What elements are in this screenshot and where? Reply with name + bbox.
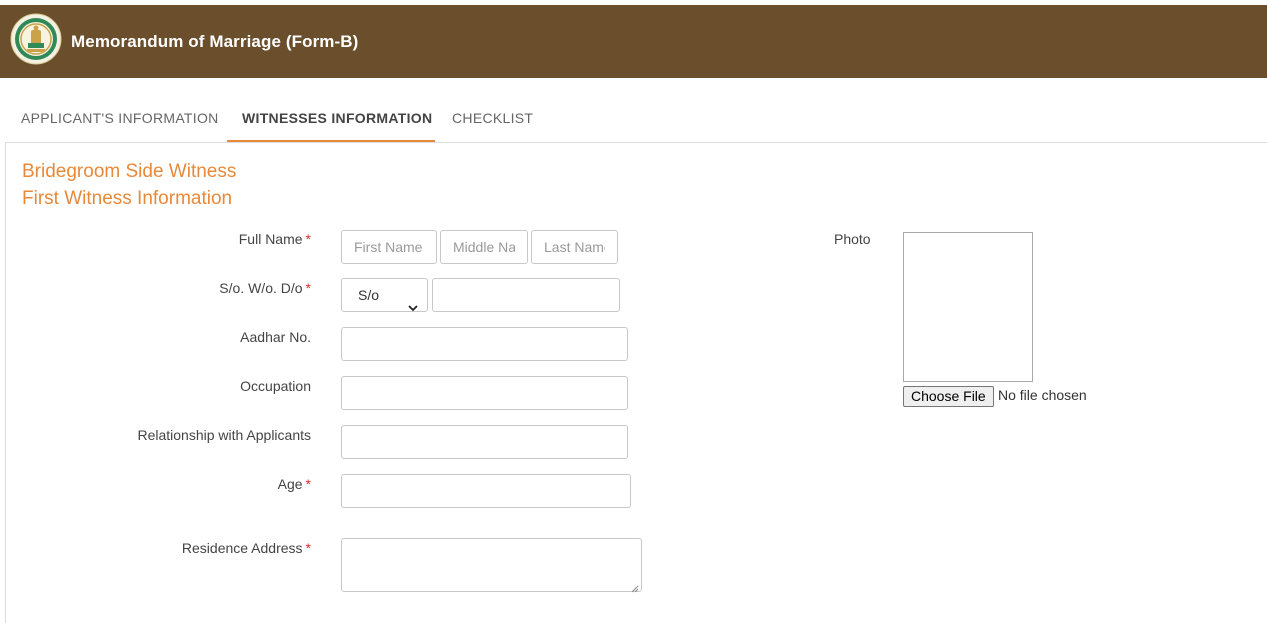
last-name-input[interactable] (531, 230, 618, 264)
address-label: Residence Address * (182, 540, 311, 556)
resize-grip-icon[interactable] (630, 580, 639, 593)
section-subtitle: First Witness Information (22, 188, 233, 209)
tab-witnesses-information[interactable]: WITNESSES INFORMATION (242, 78, 432, 140)
relationship-input[interactable] (341, 425, 628, 459)
relation-label: S/o. W/o. D/o * (219, 280, 311, 296)
full-name-label: Full Name * (239, 231, 311, 247)
tab-checklist[interactable]: CHECKLIST (452, 78, 533, 140)
occupation-label: Occupation (240, 378, 311, 394)
address-label-text: Residence Address (181, 540, 303, 556)
required-mark: * (305, 280, 311, 296)
state-emblem-icon (10, 13, 62, 65)
section-title: Bridegroom Side Witness (22, 161, 237, 182)
first-name-input[interactable] (341, 230, 437, 264)
file-status-text: No file chosen (998, 387, 1087, 403)
age-label: Age * (278, 476, 311, 492)
relationship-label: Relationship with Applicants (137, 427, 311, 443)
relation-select-value: S/o (358, 287, 380, 303)
relation-label-text: S/o. W/o. D/o (219, 280, 303, 296)
occupation-input[interactable] (341, 376, 628, 410)
photo-preview (903, 232, 1033, 382)
middle-name-input[interactable] (440, 230, 528, 264)
required-mark: * (305, 476, 311, 492)
address-textarea[interactable] (341, 538, 642, 593)
required-mark: * (305, 540, 311, 556)
photo-label: Photo (834, 231, 871, 247)
tab-applicants-information[interactable]: APPLICANT'S INFORMATION (21, 78, 219, 140)
relation-select[interactable]: S/o (341, 278, 428, 312)
age-input[interactable] (341, 474, 631, 508)
app-title: Memorandum of Marriage (Form-B) (71, 32, 359, 51)
chevron-down-icon (408, 291, 418, 312)
age-label-text: Age (277, 476, 303, 492)
choose-file-button[interactable]: Choose File (903, 386, 994, 407)
tab-bar: APPLICANT'S INFORMATION WITNESSES INFORM… (0, 78, 1267, 143)
required-mark: * (305, 231, 311, 247)
relation-name-input[interactable] (432, 278, 620, 312)
app-header: Memorandum of Marriage (Form-B) (0, 5, 1267, 78)
aadhar-input[interactable] (341, 327, 628, 361)
full-name-label-text: Full Name (238, 231, 303, 247)
aadhar-label: Aadhar No. (240, 329, 311, 345)
